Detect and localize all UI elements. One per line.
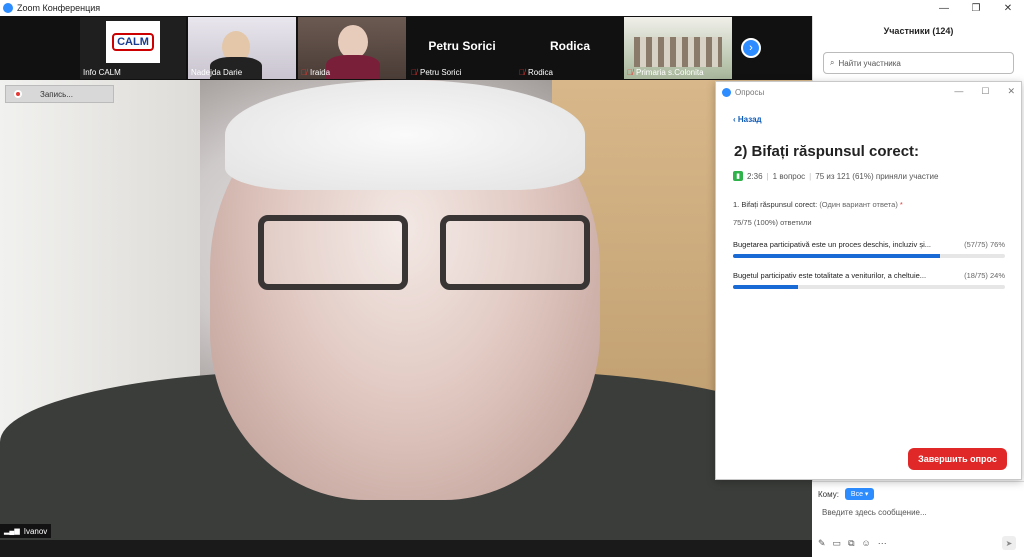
thumbnail-big-name: Rodica <box>549 39 590 53</box>
window-title: Zoom Конференция <box>17 3 101 13</box>
question-type: (Один вариант ответа) <box>819 200 898 209</box>
maximize-button[interactable]: ❐ <box>960 0 992 16</box>
chat-recipient-select[interactable]: Все ▾ <box>844 488 875 500</box>
participant-search-input[interactable]: ⌕ Найти участника <box>823 52 1014 74</box>
chat-tools: ✎ ▭ ⧉ ☺ ⋯ <box>818 538 887 549</box>
active-speaker-label: ▂▄▆ Ivanov <box>0 524 52 538</box>
end-poll-button[interactable]: Завершить опрос <box>908 448 1007 470</box>
send-button[interactable]: ➤ <box>1002 536 1016 550</box>
poll-minimize-button[interactable]: — <box>954 86 963 97</box>
question-label: 1. Bifați răspunsul corect: <box>733 200 818 209</box>
search-placeholder: Найти участника <box>838 58 901 68</box>
send-icon: ➤ <box>1005 538 1013 548</box>
muted-mic-icon: 🎙̸ <box>627 68 633 77</box>
required-mark: * <box>899 200 903 209</box>
poll-option: Bugetarea participativă este un proces d… <box>733 240 1005 258</box>
poll-question-count: 1 вопрос <box>772 171 806 181</box>
thumbnail-name: Info CALM <box>83 68 121 77</box>
option-label: Bugetul participativ este totalitate a v… <box>733 271 927 280</box>
main-video <box>0 80 812 540</box>
poll-time: 2:36 <box>747 171 763 181</box>
poll-stats-icon: ▮ <box>733 171 743 181</box>
option-progress-fill <box>733 285 799 289</box>
participants-title: Участники (124) <box>883 26 954 36</box>
emoji-icon[interactable]: ☺ <box>862 538 871 549</box>
speaker-name: Ivanov <box>23 526 48 536</box>
screenshot-icon[interactable]: ⧉ <box>848 538 854 549</box>
option-progress-fill <box>733 254 940 258</box>
thumbnail-name: Rodica <box>528 68 553 77</box>
thumbnail-name: Iraida <box>310 68 331 77</box>
chat-message-input[interactable]: Введите здесь сообщение... <box>822 508 927 517</box>
recording-label: Запись... <box>40 89 73 99</box>
thumbnail-rodica[interactable]: Rodica 🎙̸ Rodica <box>516 17 624 79</box>
poll-window-controls: — ☐ ✕ <box>954 86 1015 97</box>
back-label: Назад <box>737 115 762 124</box>
calm-logo-text: CALM <box>112 33 154 51</box>
minimize-button[interactable]: — <box>928 0 960 16</box>
zoom-logo-icon <box>3 3 13 13</box>
chat-to-label: Кому: <box>818 489 839 499</box>
back-button[interactable]: ‹ Назад <box>733 115 762 124</box>
search-icon: ⌕ <box>830 58 835 67</box>
option-progress-track <box>733 285 1005 289</box>
more-icon[interactable]: ⋯ <box>878 538 887 549</box>
answered-count: 75/75 (100%) ответили <box>733 218 812 227</box>
poll-window: Опросы — ☐ ✕ ‹ Назад 2) Bifați răspunsul… <box>715 81 1022 480</box>
poll-maximize-button[interactable]: ☐ <box>981 86 989 97</box>
glasses-left-lens <box>258 215 408 290</box>
participant-body <box>326 55 380 79</box>
chevron-right-icon: › <box>749 42 753 54</box>
thumbnail-name: Nadejda Darie <box>191 68 243 77</box>
chat-recipient-value: Все <box>850 491 863 498</box>
record-dot-icon <box>14 90 22 98</box>
bottom-toolbar <box>0 540 812 557</box>
close-button[interactable]: ✕ <box>992 0 1024 16</box>
muted-mic-icon: 🎙̸ <box>411 68 417 77</box>
poll-meta: ▮ 2:36 | 1 вопрос | 75 из 121 (61%) прин… <box>733 171 938 181</box>
zoom-logo-icon <box>722 87 731 97</box>
muted-mic-icon: 🎙̸ <box>519 68 525 77</box>
title-bar: Zoom Конференция — ❐ ✕ <box>0 0 1024 16</box>
thumbnail-info-calm[interactable]: CALM Info CALM <box>80 17 186 79</box>
window-controls: — ❐ ✕ <box>928 0 1024 16</box>
thumbnail-nadejda-darie[interactable]: Nadejda Darie <box>188 17 296 79</box>
next-page-button[interactable]: › <box>741 38 761 58</box>
question-text: 1. Bifați răspunsul corect: (Один вариан… <box>733 200 903 209</box>
option-label: Bugetarea participativă este un proces d… <box>733 240 932 249</box>
thumbnail-big-name: Petru Sorici <box>428 39 496 53</box>
participant-face <box>338 25 368 59</box>
format-icon[interactable]: ✎ <box>818 538 826 549</box>
option-result: (57/75) 76% <box>964 240 1005 249</box>
thumbnail-name: Primaria s.Colonita <box>636 68 704 77</box>
muted-mic-icon: 🎙̸ <box>301 68 307 77</box>
glasses-right-lens <box>440 215 590 290</box>
poll-window-title: Опросы <box>735 87 765 97</box>
poll-title: 2) Bifați răspunsul corect: <box>734 143 920 160</box>
thumbnail-petru-sorici[interactable]: Petru Sorici 🎙̸ Petru Sorici <box>408 17 516 79</box>
thumbnail-primaria-colonita[interactable]: 🎙̸ Primaria s.Colonita <box>624 17 732 79</box>
option-progress-track <box>733 254 1005 258</box>
signal-bars-icon: ▂▄▆ <box>4 528 20 535</box>
chat-panel: Кому: Все ▾ Введите здесь сообщение... ✎… <box>812 481 1024 557</box>
poll-close-button[interactable]: ✕ <box>1007 86 1015 97</box>
video-person-hair <box>225 80 585 190</box>
file-icon[interactable]: ▭ <box>833 538 842 549</box>
calm-logo: CALM <box>106 21 160 63</box>
room-image <box>634 37 722 67</box>
option-result: (18/75) 24% <box>964 271 1005 280</box>
thumbnail-iraida[interactable]: 🎙̸ Iraida <box>298 17 406 79</box>
thumbnail-name: Petru Sorici <box>420 68 462 77</box>
video-thumbnail-strip: CALM Info CALM Nadejda Darie 🎙̸ Iraida Pe… <box>0 16 812 80</box>
recording-indicator[interactable]: Запись... <box>5 85 114 103</box>
poll-participation: 75 из 121 (61%) приняли участие <box>815 171 939 181</box>
poll-option: Bugetul participativ este totalitate a v… <box>733 271 1005 289</box>
